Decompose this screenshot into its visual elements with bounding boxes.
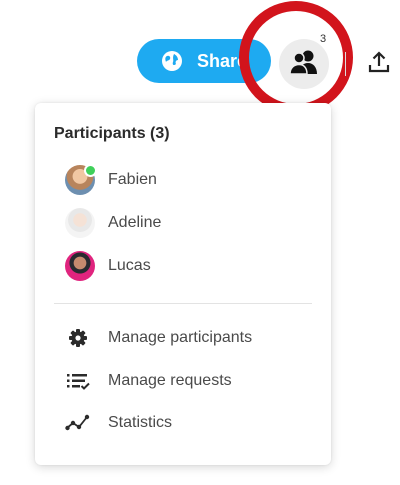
- checklist-icon: [65, 368, 91, 394]
- panel-divider: [54, 303, 312, 304]
- people-icon: [288, 49, 320, 80]
- panel-title: Participants (3): [54, 125, 170, 142]
- menu-label: Manage requests: [108, 372, 232, 389]
- export-button[interactable]: [365, 50, 393, 78]
- stats-icon: [65, 410, 91, 436]
- statistics-item[interactable]: Statistics: [65, 408, 172, 438]
- participant-name: Fabien: [108, 171, 157, 188]
- participant-fabien[interactable]: Fabien: [65, 164, 157, 196]
- manage-participants-item[interactable]: Manage participants: [65, 323, 252, 353]
- globe-icon: [161, 50, 183, 72]
- participant-name: Lucas: [108, 257, 151, 274]
- app-stage: Share 3 Participants (3) Fabien Adeline …: [0, 0, 400, 485]
- manage-requests-item[interactable]: Manage requests: [65, 366, 232, 396]
- participants-panel: Participants (3) Fabien Adeline Lucas Ma…: [35, 103, 331, 465]
- avatar: [65, 208, 95, 238]
- gear-icon: [65, 325, 91, 351]
- participant-lucas[interactable]: Lucas: [65, 250, 151, 282]
- participant-count-badge: 3: [320, 33, 327, 45]
- participant-name: Adeline: [108, 214, 162, 231]
- share-label: Share: [197, 50, 248, 71]
- online-status-dot: [84, 164, 97, 177]
- participant-adeline[interactable]: Adeline: [65, 207, 161, 239]
- toolbar-divider: [345, 52, 346, 76]
- menu-label: Manage participants: [108, 329, 253, 346]
- share-button[interactable]: Share: [137, 39, 271, 83]
- upload-icon: [367, 50, 391, 79]
- participants-button[interactable]: [279, 39, 329, 89]
- avatar: [65, 164, 97, 195]
- menu-label: Statistics: [108, 414, 173, 431]
- avatar: [65, 251, 95, 281]
